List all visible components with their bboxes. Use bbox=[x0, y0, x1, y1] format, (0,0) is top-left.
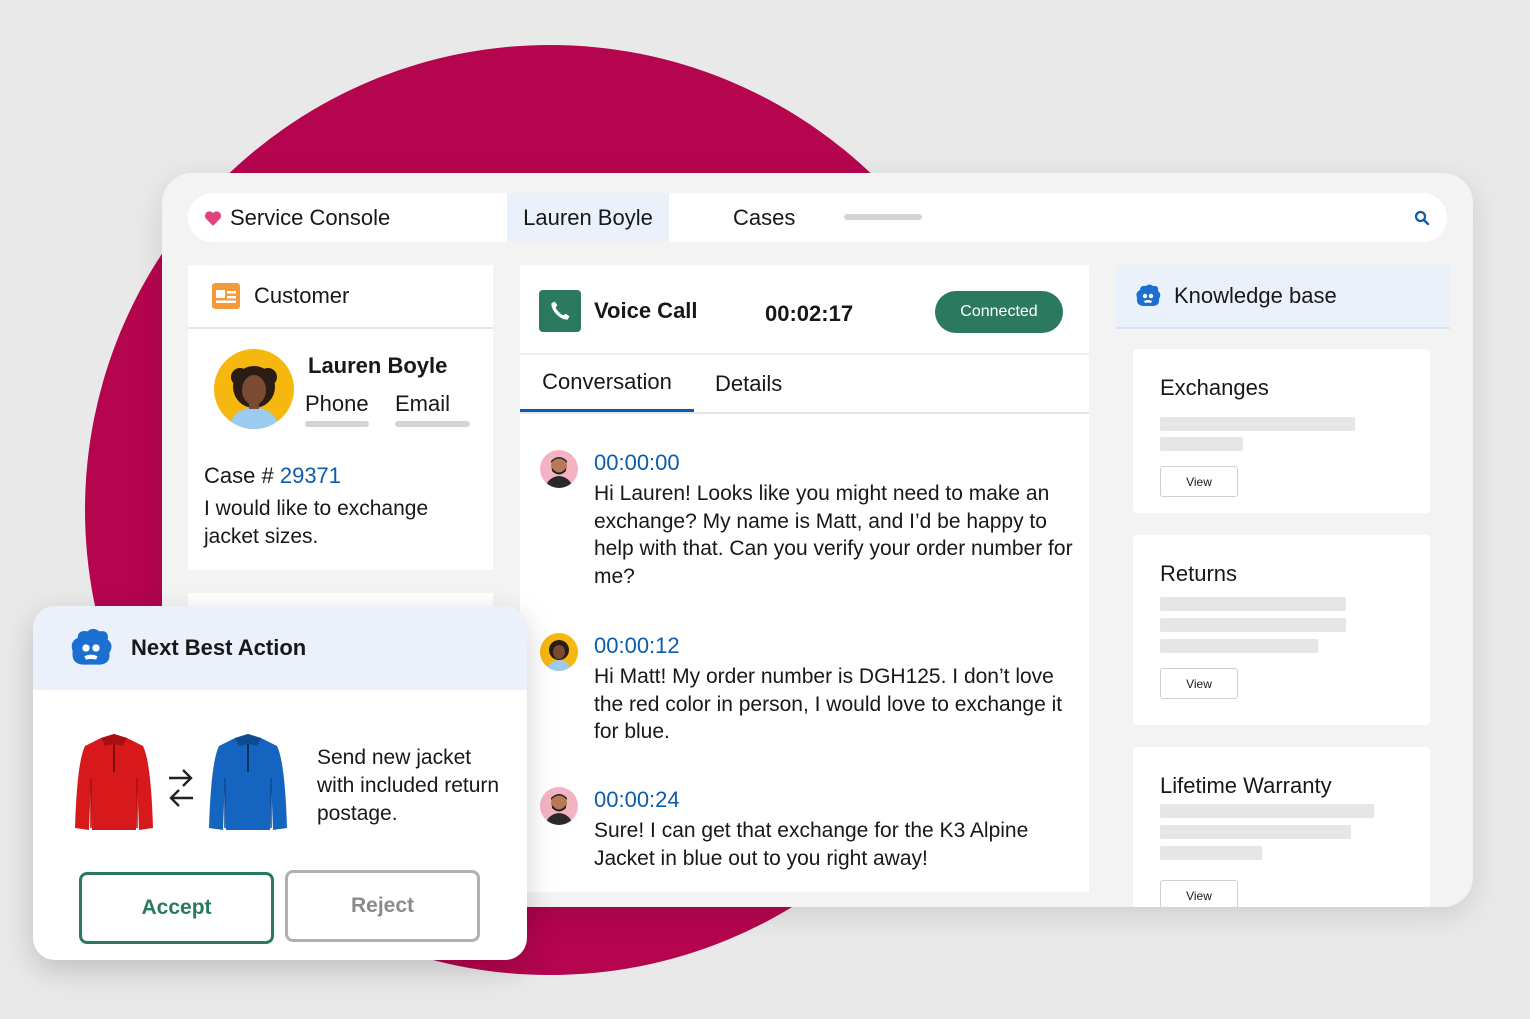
text-placeholder bbox=[1160, 597, 1346, 611]
text-placeholder bbox=[1160, 437, 1243, 451]
voice-call-title: Voice Call bbox=[594, 298, 698, 323]
next-best-action-header: Next Best Action bbox=[33, 606, 527, 690]
case-prefix: Case # bbox=[204, 463, 274, 488]
tab-cases[interactable]: Cases bbox=[733, 193, 795, 242]
customer-name: Lauren Boyle bbox=[308, 353, 448, 378]
call-tabs: Conversation Details bbox=[520, 355, 1089, 414]
agent-avatar bbox=[540, 450, 578, 488]
heart-icon bbox=[204, 210, 222, 226]
kb-article-lifetime-warranty[interactable]: Lifetime Warranty View bbox=[1133, 747, 1430, 907]
agent-avatar bbox=[540, 787, 578, 825]
text-placeholder bbox=[1160, 804, 1374, 818]
einstein-icon bbox=[1134, 284, 1162, 308]
kb-article-returns[interactable]: Returns View bbox=[1133, 535, 1430, 725]
message-timestamp: 00:00:12 bbox=[594, 633, 680, 658]
knowledge-base-header: Knowledge base bbox=[1116, 265, 1450, 329]
tab-placeholder bbox=[844, 214, 922, 220]
accept-button[interactable]: Accept bbox=[79, 872, 274, 944]
view-button[interactable]: View bbox=[1160, 668, 1238, 699]
case-number-link[interactable]: 29371 bbox=[280, 463, 341, 488]
message-timestamp: 00:00:00 bbox=[594, 450, 680, 475]
email-value-placeholder bbox=[395, 421, 470, 427]
message-text: Hi Lauren! Looks like you might need to … bbox=[594, 482, 1073, 588]
status-badge: Connected bbox=[935, 291, 1063, 333]
knowledge-base-title: Knowledge base bbox=[1174, 283, 1337, 308]
tab-details[interactable]: Details bbox=[715, 355, 782, 412]
kb-article-title: Lifetime Warranty bbox=[1160, 773, 1332, 798]
tab-lauren-boyle[interactable]: Lauren Boyle bbox=[507, 193, 669, 242]
next-best-action-description: Send new jacket with included return pos… bbox=[317, 746, 500, 825]
text-placeholder bbox=[1160, 618, 1346, 632]
kb-article-title: Exchanges bbox=[1160, 375, 1269, 400]
voice-call-panel: Voice Call 00:02:17 Connected Conversati… bbox=[520, 265, 1089, 892]
phone-value-placeholder bbox=[305, 421, 369, 427]
app-title-label: Service Console bbox=[230, 204, 391, 230]
phone-label[interactable]: Phone bbox=[305, 391, 369, 417]
reject-button[interactable]: Reject bbox=[285, 870, 480, 942]
einstein-icon bbox=[65, 628, 117, 668]
knowledge-base-panel: Knowledge base Exchanges View Returns Vi… bbox=[1116, 265, 1450, 907]
customer-panel-title: Customer bbox=[254, 283, 350, 308]
blue-jacket-image bbox=[207, 732, 289, 839]
message-text: Sure! I can get that exchange for the K3… bbox=[594, 819, 1029, 870]
case-number: Case # 29371 bbox=[204, 463, 341, 489]
call-timer: 00:02:17 bbox=[765, 301, 854, 326]
text-placeholder bbox=[1160, 639, 1318, 653]
text-placeholder bbox=[1160, 417, 1355, 431]
view-button[interactable]: View bbox=[1160, 880, 1238, 907]
kb-article-exchanges[interactable]: Exchanges View bbox=[1133, 349, 1430, 513]
red-jacket-image bbox=[73, 732, 155, 839]
search-icon[interactable] bbox=[1409, 205, 1435, 231]
app-title[interactable]: Service Console bbox=[204, 193, 390, 242]
next-best-action-title: Next Best Action bbox=[131, 635, 307, 660]
message-timestamp: 00:00:24 bbox=[594, 787, 680, 812]
contact-card-icon bbox=[212, 283, 240, 309]
text-placeholder bbox=[1160, 846, 1262, 860]
kb-article-title: Returns bbox=[1160, 561, 1238, 586]
customer-avatar bbox=[214, 349, 294, 429]
customer-panel: Customer Lauren Boyle Phone Email Case #… bbox=[188, 265, 493, 570]
case-description: I would like to exchange jacket sizes. bbox=[204, 497, 429, 548]
customer-avatar-small bbox=[540, 633, 578, 671]
phone-icon bbox=[539, 290, 581, 332]
message-text: Hi Matt! My order number is DGH125. I do… bbox=[594, 665, 1063, 743]
voice-call-header: Voice Call 00:02:17 Connected bbox=[520, 265, 1089, 355]
next-best-action-card: Next Best Action Send new jacket with in… bbox=[33, 606, 527, 960]
email-label[interactable]: Email bbox=[395, 391, 450, 417]
tab-conversation[interactable]: Conversation bbox=[520, 355, 694, 412]
swap-arrows-icon bbox=[167, 766, 195, 815]
view-button[interactable]: View bbox=[1160, 466, 1238, 497]
console-header: Service Console Lauren Boyle Cases bbox=[188, 193, 1447, 242]
customer-panel-header: Customer bbox=[188, 265, 493, 329]
text-placeholder bbox=[1160, 825, 1351, 839]
